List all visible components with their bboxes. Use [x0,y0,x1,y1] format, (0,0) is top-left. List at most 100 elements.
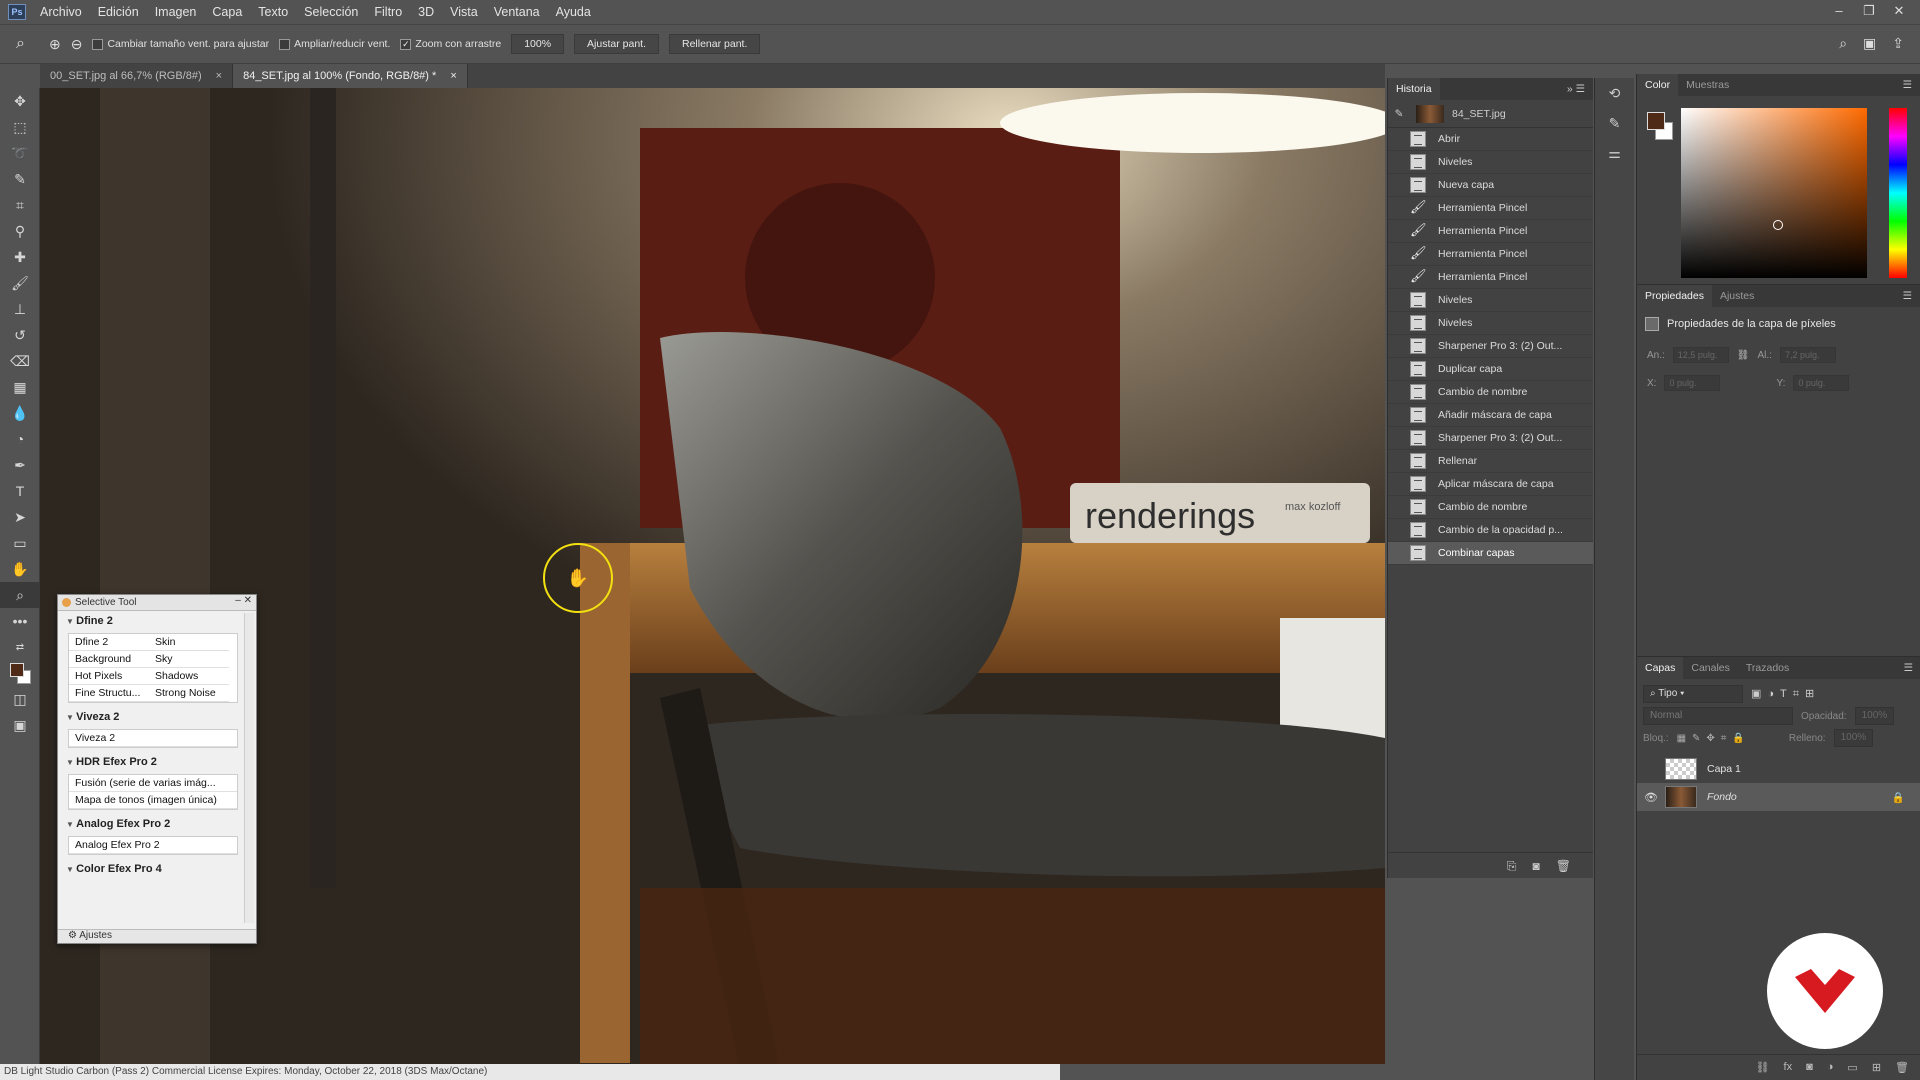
history-item[interactable]: Abrir [1388,128,1593,151]
history-brush-tool-icon[interactable]: ↺ [0,322,40,348]
settings-footer[interactable]: ⚙ Ajustes [58,929,256,943]
hdr-tonemap-button[interactable]: Mapa de tonos (imagen única) [69,792,237,809]
layer-filter-select[interactable]: ⌕ Tipo ▾ [1643,685,1743,703]
history-item[interactable]: Niveles [1388,312,1593,335]
scrubby-zoom-option[interactable]: ✓ Zoom con arrastre [400,38,501,50]
y-field[interactable]: 0 pulg. [1793,375,1850,391]
analog-efex-button[interactable]: Analog Efex Pro 2 [69,837,237,854]
menu-3d[interactable]: 3D [410,5,442,19]
fill-screen-button[interactable]: Rellenar pant. [669,34,761,54]
adjustment-layer-icon[interactable]: ◑ [1827,1061,1834,1080]
history-item[interactable]: Aplicar máscara de capa [1388,473,1593,496]
color-picker-ring[interactable] [1773,220,1783,230]
close-icon[interactable]: – ✕ [235,595,252,606]
scrollbar[interactable] [244,613,254,923]
more-tools-icon[interactable]: ••• [0,608,40,634]
menu-ventana[interactable]: Ventana [486,5,548,19]
eye-icon[interactable]: 👁 [1637,791,1665,804]
layer-row-selected[interactable]: 👁 Fondo 🔒 [1637,783,1920,811]
section-viveza[interactable]: Viveza 2 [58,707,256,727]
section-analog-efex[interactable]: Analog Efex Pro 2 [58,814,256,834]
fine-structure-button[interactable]: Fine Structu... [69,685,149,702]
tab-close-icon[interactable]: × [216,70,222,82]
x-field[interactable]: 0 pulg. [1664,375,1721,391]
camera-icon[interactable]: ◙ [1533,859,1540,878]
brush-settings-icon[interactable]: ✎ [1595,108,1634,138]
menu-texto[interactable]: Texto [250,5,296,19]
history-item[interactable]: Combinar capas [1388,542,1593,565]
eyedropper-tool-icon[interactable]: ⚲ [0,218,40,244]
blend-mode-select[interactable]: Normal [1643,707,1793,725]
hot-pixels-button[interactable]: Hot Pixels [69,668,149,685]
adjustments-icon[interactable]: ⚌ [1595,138,1634,168]
strong-noise-button[interactable]: Strong Noise [149,685,229,702]
history-item[interactable]: Niveles [1388,289,1593,312]
lasso-tool-icon[interactable]: ➰ [0,140,40,166]
tab-capas[interactable]: Capas [1637,657,1684,679]
layer-row[interactable]: Capa 1 [1637,755,1920,783]
history-item[interactable]: Cambio de nombre [1388,496,1593,519]
tab-historia[interactable]: Historia [1388,78,1440,100]
opacity-field[interactable]: 100% [1854,707,1895,725]
history-item[interactable]: 🖌 Herramienta Pincel [1388,220,1593,243]
menu-edicion[interactable]: Edición [90,5,147,19]
pen-tool-icon[interactable]: ✒ [0,452,40,478]
shadows-button[interactable]: Shadows [149,668,229,685]
move-tool-icon[interactable]: ✥ [0,88,40,114]
height-field[interactable]: 7,2 pulg. [1779,347,1836,363]
quick-selection-tool-icon[interactable]: ✎ [0,166,40,192]
panel-menu-icon[interactable]: » ☰ [1567,83,1585,95]
search-icon[interactable]: ⌕ [1839,35,1847,52]
panel-menu-icon[interactable]: ☰ [1903,290,1912,302]
zoom-value-field[interactable]: 100% [511,34,565,54]
lock-icons[interactable]: ▦✎✥⌗🔒 [1677,733,1751,744]
new-group-icon[interactable]: ▭ [1847,1061,1857,1080]
new-layer-icon[interactable]: ⊞ [1872,1061,1881,1080]
zoom-all-option[interactable]: Ampliar/reducir vent. [279,38,390,50]
trash-icon[interactable]: 🗑 [1556,859,1571,878]
blur-tool-icon[interactable]: 💧 [0,400,40,426]
add-mask-icon[interactable]: ◙ [1806,1061,1813,1080]
history-item[interactable]: Cambio de nombre [1388,381,1593,404]
resize-windows-checkbox[interactable] [92,38,104,50]
history-item[interactable]: 🖌 Herramienta Pincel [1388,197,1593,220]
brush-tool-icon[interactable]: 🖌 [0,270,40,296]
zoom-tool-icon[interactable]: ⌕ [0,582,40,608]
foreground-color[interactable] [1647,112,1665,130]
zoom-tool-icon[interactable]: ⌕ [16,35,25,53]
menu-ayuda[interactable]: Ayuda [548,5,599,19]
menu-capa[interactable]: Capa [204,5,250,19]
menu-imagen[interactable]: Imagen [147,5,205,19]
history-item[interactable]: Nueva capa [1388,174,1593,197]
hdr-merge-button[interactable]: Fusión (serie de varias imág... [69,775,237,792]
dfine-button[interactable]: Dfine 2 [69,634,149,651]
type-tool-icon[interactable]: T [0,478,40,504]
menu-filtro[interactable]: Filtro [366,5,410,19]
scrubby-zoom-checkbox[interactable]: ✓ [400,38,412,50]
color-swatches[interactable] [0,660,40,686]
fx-icon[interactable]: fx [1784,1061,1793,1080]
section-color-efex[interactable]: Color Efex Pro 4 [58,859,256,879]
dodge-tool-icon[interactable]: ◔ [0,426,40,452]
tab-canales[interactable]: Canales [1683,657,1738,679]
tab-propiedades[interactable]: Propiedades [1637,285,1712,307]
crop-tool-icon[interactable]: ⌗ [0,192,40,218]
history-item[interactable]: Sharpener Pro 3: (2) Out... [1388,427,1593,450]
share-icon[interactable]: ⇪ [1892,35,1904,52]
tab-trazados[interactable]: Trazados [1738,657,1797,679]
tab-ajustes[interactable]: Ajustes [1712,285,1762,307]
tab-color[interactable]: Color [1637,74,1679,96]
history-snapshot[interactable]: ✎ 84_SET.jpg [1388,100,1593,128]
document-tab-active[interactable]: 84_SET.jpg al 100% (Fondo, RGB/8#) * × [233,64,468,88]
link-layers-icon[interactable]: ⛓ [1756,1061,1770,1080]
zoom-all-checkbox[interactable] [279,38,291,50]
viveza-button[interactable]: Viveza 2 [69,730,237,747]
panel-menu-icon[interactable]: ☰ [1903,79,1912,91]
history-item[interactable]: 🖌 Herramienta Pincel [1388,243,1593,266]
background-button[interactable]: Background [69,651,149,668]
eraser-tool-icon[interactable]: ⌫ [0,348,40,374]
filter-icons[interactable]: ▣◑T⌗⊞ [1751,687,1820,701]
clone-stamp-tool-icon[interactable]: ⊥ [0,296,40,322]
rectangle-tool-icon[interactable]: ▭ [0,530,40,556]
new-document-from-state-icon[interactable]: ⎘ [1507,859,1517,878]
